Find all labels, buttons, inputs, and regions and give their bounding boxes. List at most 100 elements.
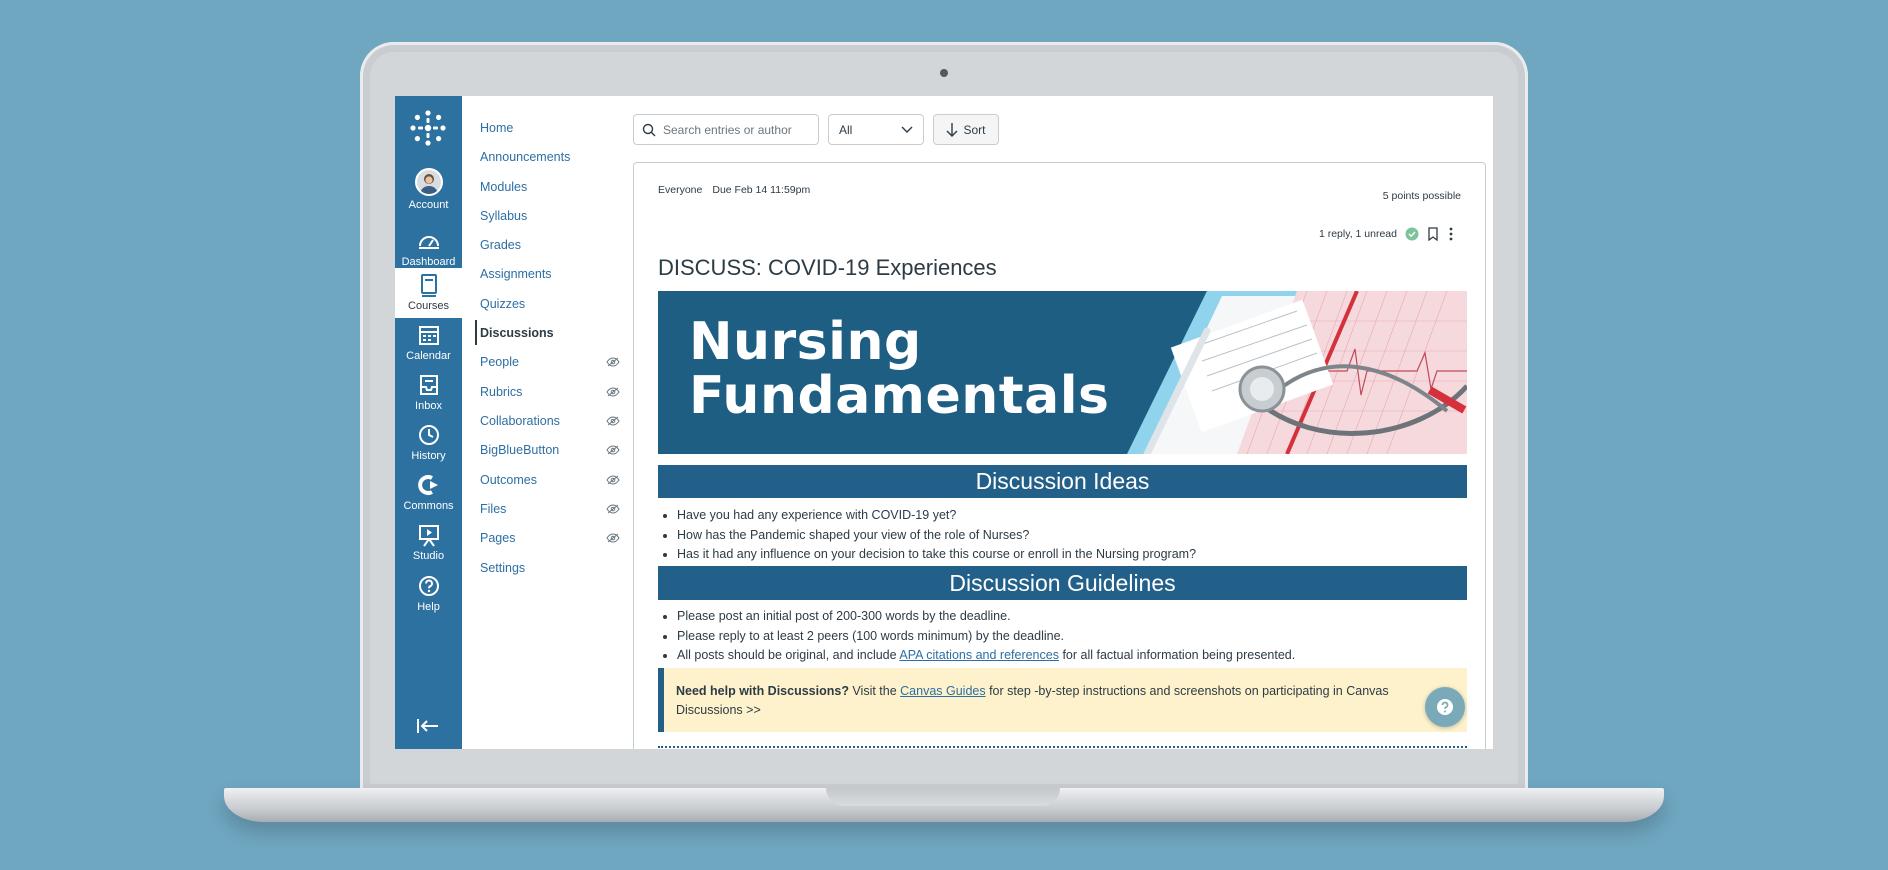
global-nav-label: Account [408, 199, 449, 211]
help-fab-button[interactable] [1425, 687, 1465, 727]
canvas-guides-link[interactable]: Canvas Guides [900, 684, 985, 698]
global-nav-label: Help [417, 601, 440, 613]
discussion-guidelines-list: Please post an initial post of 200-300 w… [677, 607, 1295, 666]
course-nav-pages[interactable]: Pages [480, 528, 620, 548]
course-nav-quizzes[interactable]: Quizzes [480, 294, 620, 314]
hidden-eye-icon [606, 533, 620, 543]
reply-count: 1 reply, 1 unread [1318, 228, 1397, 240]
course-nav-label: Collaborations [480, 414, 560, 428]
course-nav-syllabus[interactable]: Syllabus [480, 206, 620, 226]
global-nav-studio[interactable]: Studio [395, 522, 462, 562]
hidden-eye-icon [606, 387, 620, 397]
list-item: Has it had any influence on your decisio… [677, 545, 1196, 565]
studio-icon [418, 525, 439, 547]
course-nav-bigbluebutton[interactable]: BigBlueButton [480, 440, 620, 460]
global-nav-inbox[interactable]: Inbox [395, 372, 462, 412]
course-nav-label: Syllabus [480, 209, 528, 223]
laptop-notch [826, 788, 1060, 806]
search-box[interactable] [633, 114, 819, 145]
global-nav-label: Calendar [406, 350, 451, 362]
audience-label: Everyone [658, 184, 703, 196]
global-nav-help[interactable]: Help [395, 573, 462, 613]
global-nav-history[interactable]: History [395, 422, 462, 462]
course-nav-label: Outcomes [480, 473, 537, 487]
help-icon [418, 576, 439, 596]
bookmark-icon[interactable] [1427, 227, 1439, 241]
global-nav-commons[interactable]: Commons [395, 472, 462, 512]
global-nav-label: Commons [403, 500, 454, 512]
chevron-down-icon [901, 126, 913, 133]
course-nav-label: Announcements [480, 150, 571, 164]
due-date: Due Feb 14 11:59pm [712, 184, 811, 196]
course-nav-discussions[interactable]: Discussions [475, 320, 620, 345]
course-nav-outcomes[interactable]: Outcomes [480, 470, 620, 490]
global-nav: Account Dashboard Courses Calendar Inbox… [395, 96, 462, 749]
list-item: Have you had any experience with COVID-1… [677, 506, 1196, 526]
discussion-card: Everyone Due Feb 14 11:59pm 5 points pos… [633, 162, 1486, 749]
apa-citations-link[interactable]: APA citations and references [899, 648, 1059, 662]
global-nav-account[interactable]: Account [395, 168, 462, 211]
course-nav-collaborations[interactable]: Collaborations [480, 411, 620, 431]
banner-text: Nursing Fundamentals [689, 315, 1109, 423]
canvas-logo-icon[interactable] [410, 110, 446, 146]
global-nav-label: Studio [412, 550, 445, 562]
divider [658, 746, 1467, 748]
list-item: Please reply to at least 2 peers (100 wo… [677, 627, 1295, 647]
help-callout: Need help with Discussions? Visit the Ca… [658, 668, 1467, 732]
filter-select[interactable]: All [828, 114, 924, 145]
stethoscope-ecg-image [1127, 291, 1467, 454]
discussion-ideas-heading: Discussion Ideas [658, 465, 1467, 498]
commons-icon [417, 475, 438, 495]
course-nav-files[interactable]: Files [480, 499, 620, 519]
discussion-title: DISCUSS: COVID-19 Experiences [658, 255, 997, 280]
course-nav-label: Files [480, 502, 507, 516]
avatar [414, 168, 443, 196]
sort-label: Sort [963, 122, 986, 137]
course-nav-people[interactable]: People [480, 352, 620, 372]
camera-dot [940, 69, 948, 77]
more-options-icon[interactable] [1447, 227, 1455, 241]
hidden-eye-icon [606, 504, 620, 514]
history-icon [418, 425, 439, 445]
course-nav-modules[interactable]: Modules [480, 177, 620, 197]
filter-select-value: All [839, 122, 853, 137]
course-nav-label: Quizzes [480, 297, 526, 311]
global-nav-label: History [411, 450, 446, 462]
global-nav-courses[interactable]: Courses [395, 268, 462, 318]
sort-button[interactable]: Sort [933, 114, 999, 145]
course-nav-label: Grades [480, 238, 521, 252]
reply-status: 1 reply, 1 unread [1319, 227, 1455, 241]
question-icon [1437, 699, 1453, 715]
help-callout-title: Need help with Discussions? [676, 684, 849, 698]
course-nav-assignments[interactable]: Assignments [480, 264, 620, 284]
hidden-eye-icon [606, 445, 620, 455]
search-icon [642, 123, 656, 136]
dashboard-icon [418, 236, 439, 249]
calendar-icon [418, 326, 439, 345]
arrow-down-icon [946, 122, 958, 137]
course-nav-home[interactable]: Home [480, 118, 620, 138]
course-nav-label: Modules [480, 180, 528, 194]
course-nav-label: BigBlueButton [480, 443, 560, 457]
collapse-nav-icon[interactable] [415, 716, 441, 736]
global-nav-label: Dashboard [401, 256, 456, 268]
published-check-icon[interactable] [1405, 227, 1419, 241]
screen: Account Dashboard Courses Calendar Inbox… [395, 96, 1493, 749]
global-nav-dashboard[interactable]: Dashboard [395, 228, 462, 268]
help-text: Visit the [848, 684, 901, 698]
global-nav-calendar[interactable]: Calendar [395, 322, 462, 362]
course-nav-announcements[interactable]: Announcements [480, 147, 620, 167]
course-nav-label: Settings [480, 561, 526, 575]
course-nav-label: Discussions [480, 326, 554, 340]
list-item: All posts should be original, and includ… [677, 646, 1295, 666]
guideline-text: for all factual information being presen… [1058, 648, 1296, 662]
banner-line-1: Nursing [689, 312, 922, 372]
points-possible: 5 points possible [1382, 190, 1461, 202]
course-nav-rubrics[interactable]: Rubrics [480, 382, 620, 402]
hidden-eye-icon [606, 475, 620, 485]
course-nav-grades[interactable]: Grades [480, 235, 620, 255]
course-nav-settings[interactable]: Settings [480, 558, 620, 578]
list-item: Please post an initial post of 200-300 w… [677, 607, 1295, 627]
search-input[interactable] [663, 122, 813, 137]
course-nav-label: Home [480, 121, 514, 135]
